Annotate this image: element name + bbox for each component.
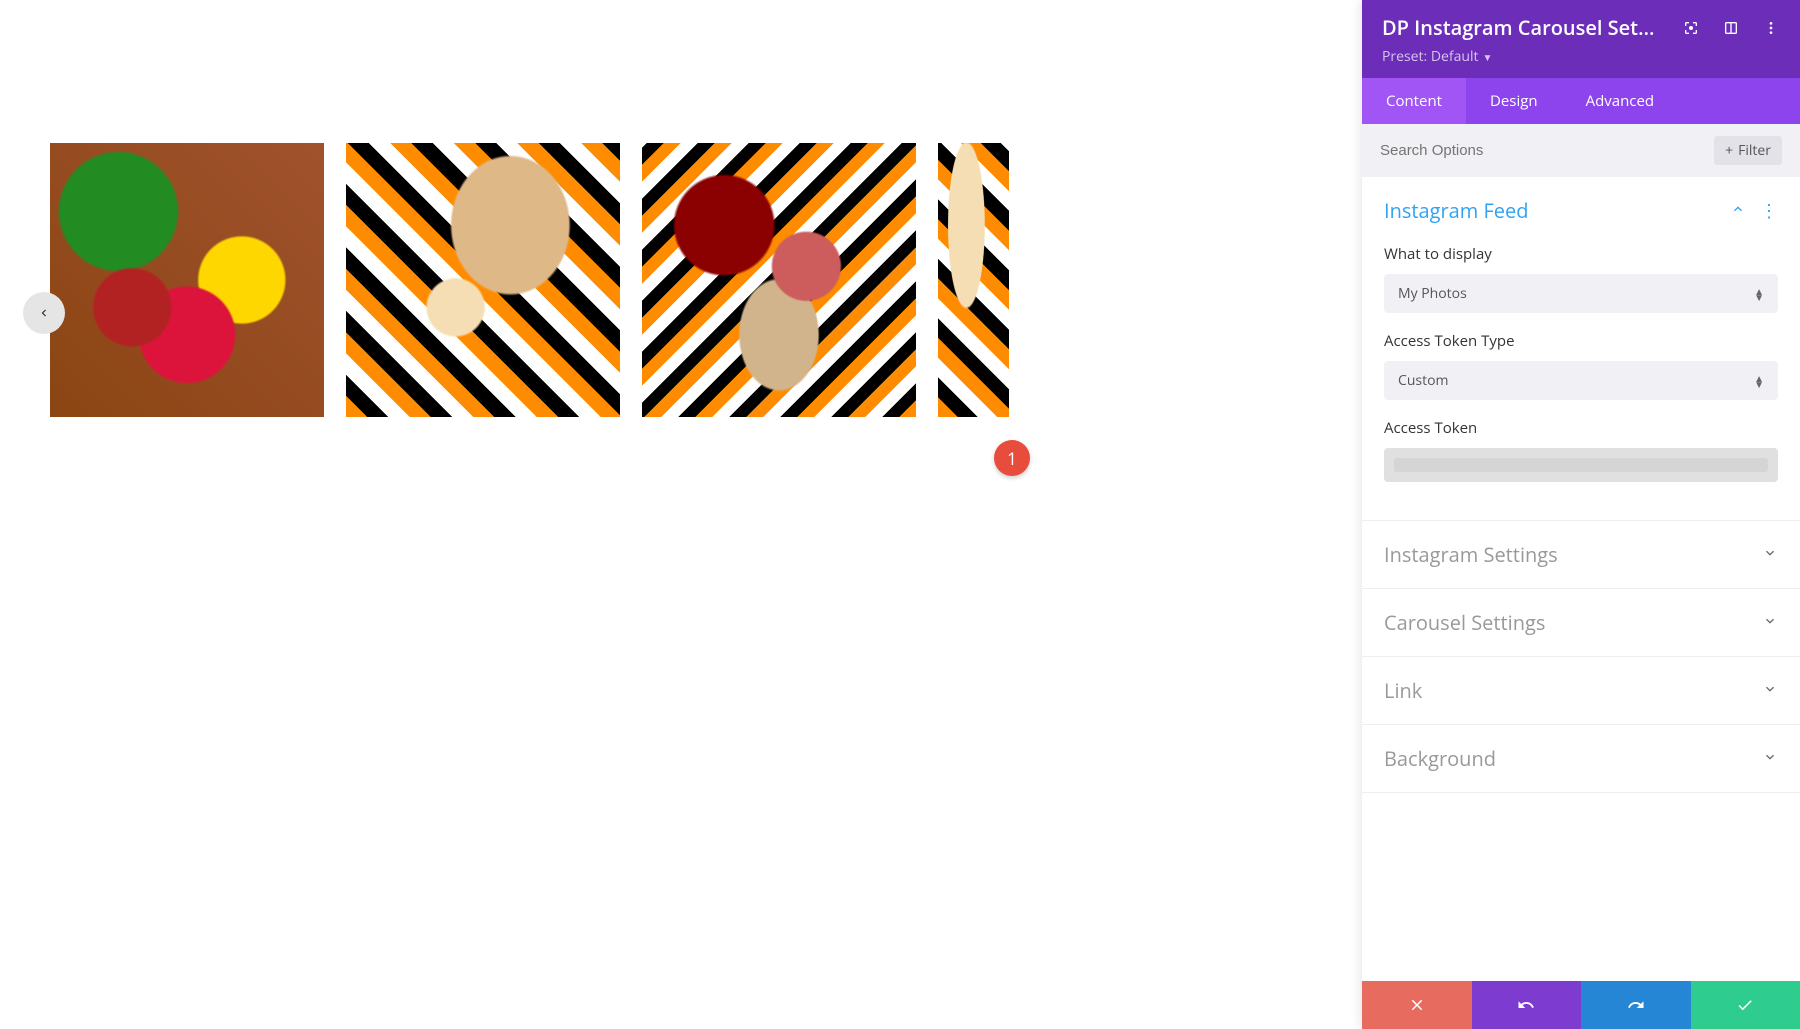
section-instagram-settings: Instagram Settings bbox=[1362, 521, 1800, 589]
carousel-prev-button[interactable] bbox=[23, 292, 65, 334]
save-button[interactable] bbox=[1691, 981, 1800, 1029]
tabs: Content Design Advanced bbox=[1362, 78, 1800, 124]
chevron-down-icon bbox=[1762, 680, 1778, 702]
tab-content[interactable]: Content bbox=[1362, 78, 1466, 124]
carousel-images bbox=[50, 143, 1009, 417]
discard-button[interactable] bbox=[1362, 981, 1472, 1029]
filter-button[interactable]: + Filter bbox=[1714, 136, 1782, 165]
section-instagram-feed: Instagram Feed ⋮ What to display My Phot… bbox=[1362, 177, 1800, 521]
select-arrows-icon: ▲▼ bbox=[1754, 375, 1764, 387]
section-header-link[interactable]: Link bbox=[1362, 657, 1800, 724]
access-token-label: Access Token bbox=[1384, 418, 1778, 438]
chevron-left-icon bbox=[37, 306, 51, 320]
tab-design[interactable]: Design bbox=[1466, 78, 1562, 124]
chevron-down-icon bbox=[1762, 748, 1778, 770]
carousel-image[interactable] bbox=[50, 143, 324, 417]
filter-label: Filter bbox=[1738, 141, 1771, 160]
preset-label-text: Preset: Default bbox=[1382, 47, 1478, 66]
chevron-down-icon bbox=[1762, 612, 1778, 634]
dock-icon[interactable] bbox=[1722, 19, 1740, 37]
chevron-down-icon bbox=[1762, 544, 1778, 566]
section-title: Instagram Feed bbox=[1384, 197, 1529, 224]
undo-icon bbox=[1517, 996, 1535, 1014]
carousel-image[interactable] bbox=[938, 143, 1009, 417]
check-icon bbox=[1736, 996, 1754, 1014]
select-arrows-icon: ▲▼ bbox=[1754, 288, 1764, 300]
panel-body: Instagram Feed ⋮ What to display My Phot… bbox=[1362, 177, 1800, 981]
section-title: Link bbox=[1384, 677, 1422, 704]
select-value: Custom bbox=[1398, 371, 1448, 390]
section-title: Carousel Settings bbox=[1384, 609, 1545, 636]
expand-icon[interactable] bbox=[1682, 19, 1700, 37]
search-row: + Filter bbox=[1362, 124, 1800, 177]
panel-title: DP Instagram Carousel Sett... bbox=[1382, 14, 1662, 41]
plus-icon: + bbox=[1725, 141, 1733, 160]
panel-header: DP Instagram Carousel Sett... Preset: De… bbox=[1362, 0, 1800, 78]
preset-selector[interactable]: Preset: Default ▼ bbox=[1382, 47, 1780, 66]
what-to-display-select[interactable]: My Photos ▲▼ bbox=[1384, 274, 1778, 313]
undo-button[interactable] bbox=[1472, 981, 1582, 1029]
section-background: Background bbox=[1362, 725, 1800, 793]
section-carousel-settings: Carousel Settings bbox=[1362, 589, 1800, 657]
redo-button[interactable] bbox=[1581, 981, 1691, 1029]
close-icon bbox=[1408, 996, 1426, 1014]
carousel-preview bbox=[23, 143, 1008, 483]
section-header-instagram-feed[interactable]: Instagram Feed ⋮ bbox=[1362, 177, 1800, 244]
redo-icon bbox=[1627, 996, 1645, 1014]
section-link: Link bbox=[1362, 657, 1800, 725]
chevron-up-icon bbox=[1730, 200, 1746, 222]
panel-footer bbox=[1362, 981, 1800, 1029]
more-icon[interactable] bbox=[1762, 19, 1780, 37]
select-value: My Photos bbox=[1398, 284, 1467, 303]
access-token-type-select[interactable]: Custom ▲▼ bbox=[1384, 361, 1778, 400]
what-to-display-label: What to display bbox=[1384, 244, 1778, 264]
access-token-input[interactable] bbox=[1384, 448, 1778, 482]
search-input[interactable] bbox=[1380, 142, 1714, 159]
section-header-background[interactable]: Background bbox=[1362, 725, 1800, 792]
access-token-type-label: Access Token Type bbox=[1384, 331, 1778, 351]
section-header-instagram-settings[interactable]: Instagram Settings bbox=[1362, 521, 1800, 588]
carousel-image[interactable] bbox=[346, 143, 620, 417]
carousel-image[interactable] bbox=[642, 143, 916, 417]
annotation-badge-1: 1 bbox=[994, 440, 1030, 476]
section-header-carousel-settings[interactable]: Carousel Settings bbox=[1362, 589, 1800, 656]
section-title: Background bbox=[1384, 745, 1496, 772]
section-title: Instagram Settings bbox=[1384, 541, 1558, 568]
settings-panel: DP Instagram Carousel Sett... Preset: De… bbox=[1362, 0, 1800, 1029]
caret-down-icon: ▼ bbox=[1482, 50, 1492, 64]
tab-advanced[interactable]: Advanced bbox=[1562, 78, 1678, 124]
section-more-icon[interactable]: ⋮ bbox=[1760, 202, 1778, 220]
